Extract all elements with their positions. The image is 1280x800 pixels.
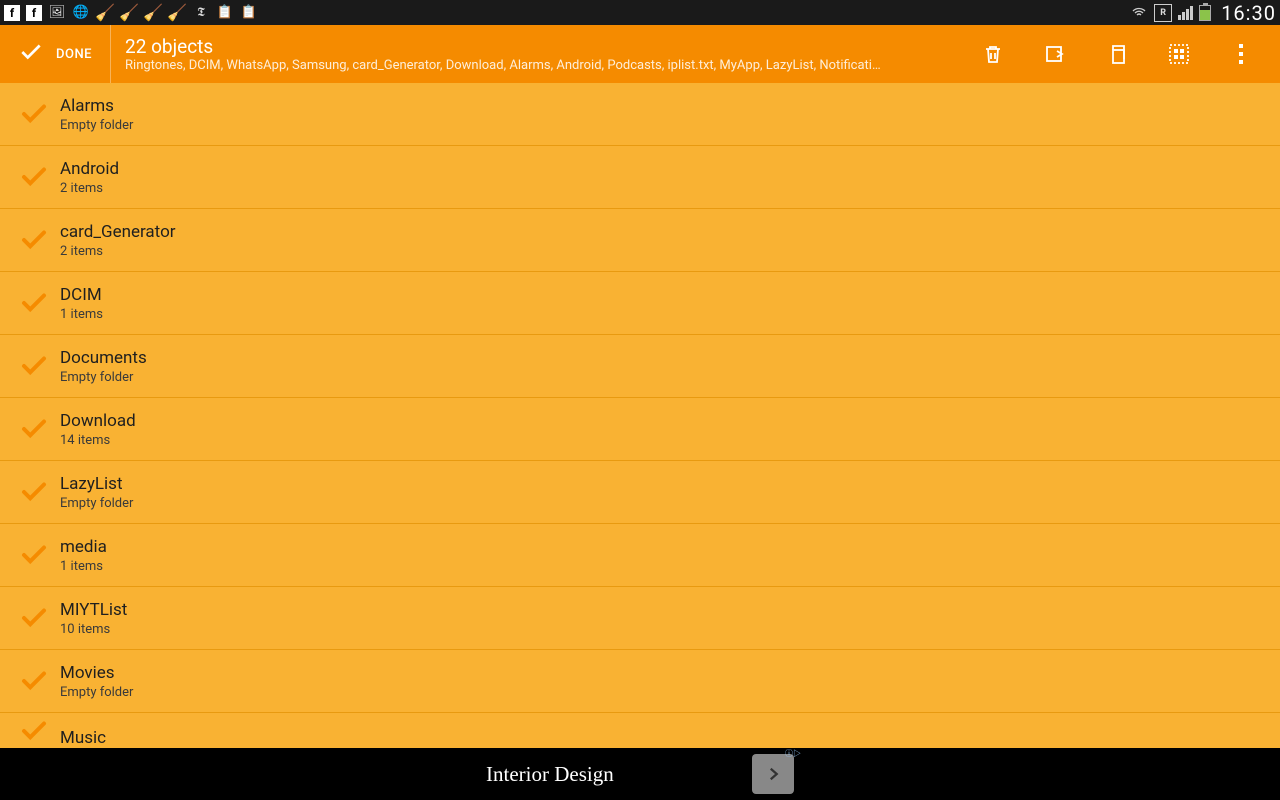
item-name: Documents	[60, 348, 147, 368]
facebook-notif-icon: f	[4, 5, 20, 21]
facebook-notif-icon: f	[26, 5, 42, 21]
title-area: 22 objects Ringtones, DCIM, WhatsApp, Sa…	[110, 25, 940, 83]
list-item[interactable]: Documents Empty folder	[0, 335, 1280, 398]
list-item[interactable]: Android 2 items	[0, 146, 1280, 209]
clock: 16:30	[1221, 1, 1276, 25]
item-name: MIYTList	[60, 600, 127, 620]
file-list[interactable]: AlarmsEmpty folderAndroid2 itemscard_Gen…	[0, 83, 1280, 748]
roaming-badge: R	[1154, 4, 1172, 22]
cleaner-icon: 🧹	[120, 4, 138, 22]
action-bar: DONE 22 objects Ringtones, DCIM, WhatsAp…	[0, 25, 1280, 83]
item-name: Android	[60, 159, 119, 179]
item-name: DCIM	[60, 285, 103, 305]
item-name: Download	[60, 411, 136, 431]
clipboard-up-icon: 📋	[240, 4, 258, 22]
nyt-icon: 𝕿	[192, 4, 210, 22]
item-subtitle: 1 items	[60, 307, 103, 322]
item-subtitle: 2 items	[60, 244, 176, 259]
list-item[interactable]: media 1 items	[0, 524, 1280, 587]
ad-info-icon[interactable]: ⓘ▷	[785, 748, 801, 759]
chevron-right-icon	[764, 765, 782, 783]
list-item[interactable]: card_Generator 2 items	[0, 209, 1280, 272]
row-check-icon[interactable]	[12, 162, 56, 192]
clipboard-down-icon: 📋	[216, 4, 234, 22]
selection-items: Ringtones, DCIM, WhatsApp, Samsung, card…	[125, 58, 926, 73]
row-check-icon[interactable]	[12, 716, 56, 746]
item-subtitle: 1 items	[60, 559, 107, 574]
overflow-icon	[1239, 44, 1243, 64]
battery-icon	[1199, 5, 1211, 21]
select-grid-icon	[1167, 42, 1191, 66]
item-subtitle: 10 items	[60, 622, 127, 637]
check-icon	[18, 39, 44, 69]
list-item[interactable]: Alarms Empty folder	[0, 83, 1280, 146]
delete-button[interactable]	[962, 25, 1024, 83]
signal-icon	[1178, 6, 1193, 20]
globe-icon: 🌐	[72, 4, 90, 22]
item-name: media	[60, 537, 107, 557]
item-name: Movies	[60, 663, 133, 683]
row-check-icon[interactable]	[12, 414, 56, 444]
list-item[interactable]: DCIM 1 items	[0, 272, 1280, 335]
ad-banner[interactable]: Interior Design ⓘ▷	[480, 748, 800, 800]
list-item[interactable]: Movies Empty folder	[0, 650, 1280, 713]
row-check-icon[interactable]	[12, 99, 56, 129]
select-all-button[interactable]	[1148, 25, 1210, 83]
gallery-icon: 🖼	[48, 4, 66, 22]
selection-count: 22 objects	[125, 35, 926, 58]
copy-button[interactable]	[1086, 25, 1148, 83]
item-name: Alarms	[60, 96, 133, 116]
item-name: card_Generator	[60, 222, 176, 242]
done-button[interactable]: DONE	[0, 25, 110, 83]
done-label: DONE	[56, 47, 92, 62]
list-item[interactable]: Music	[0, 713, 1280, 748]
row-check-icon[interactable]	[12, 540, 56, 570]
cleaner-icon: 🧹	[144, 4, 162, 22]
item-subtitle: Empty folder	[60, 118, 133, 133]
item-subtitle: 14 items	[60, 433, 136, 448]
item-name: Music	[60, 728, 106, 748]
copy-icon	[1105, 42, 1129, 66]
cleaner-icon: 🧹	[168, 4, 186, 22]
row-check-icon[interactable]	[12, 288, 56, 318]
item-subtitle: Empty folder	[60, 370, 147, 385]
item-subtitle: 2 items	[60, 181, 119, 196]
row-check-icon[interactable]	[12, 603, 56, 633]
item-subtitle: Empty folder	[60, 685, 133, 700]
list-item[interactable]: LazyList Empty folder	[0, 461, 1280, 524]
row-check-icon[interactable]	[12, 225, 56, 255]
wifi-icon	[1130, 4, 1148, 22]
list-item[interactable]: Download 14 items	[0, 398, 1280, 461]
row-check-icon[interactable]	[12, 477, 56, 507]
row-check-icon[interactable]	[12, 666, 56, 696]
item-name: LazyList	[60, 474, 133, 494]
overflow-menu-button[interactable]	[1210, 25, 1272, 83]
ad-text: Interior Design	[480, 762, 614, 787]
list-item[interactable]: MIYTList 10 items	[0, 587, 1280, 650]
item-subtitle: Empty folder	[60, 496, 133, 511]
ad-play-button[interactable]	[752, 754, 794, 794]
cut-button[interactable]	[1024, 25, 1086, 83]
cleaner-icon: 🧹	[96, 4, 114, 22]
trash-icon	[981, 42, 1005, 66]
row-check-icon[interactable]	[12, 351, 56, 381]
status-bar: f f 🖼 🌐 🧹 🧹 🧹 🧹 𝕿 📋 📋 R 16:30	[0, 0, 1280, 25]
cut-move-icon	[1043, 42, 1067, 66]
